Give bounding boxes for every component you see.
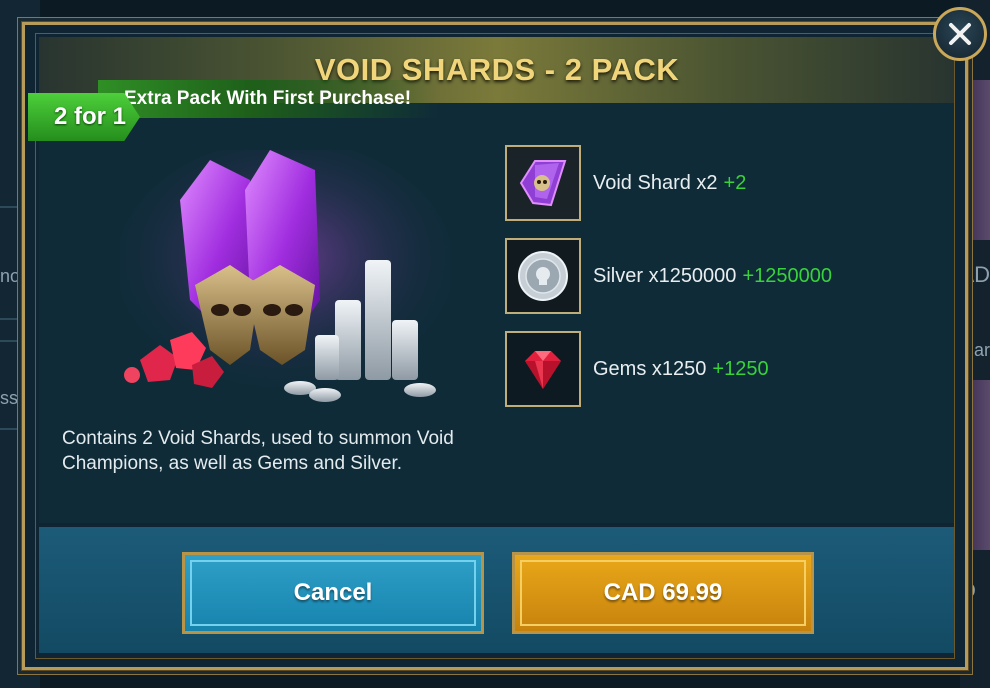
cancel-button-label: Cancel: [293, 579, 373, 606]
reward-row: Gems x1250 +1250: [505, 329, 975, 409]
footer-panel: [39, 527, 955, 653]
reward-icon-box: [505, 331, 581, 407]
pack-description: Contains 2 Void Shards, used to summon V…: [62, 428, 454, 474]
pack-artwork: [120, 150, 450, 402]
buy-button-price: CAD 69.99: [603, 579, 723, 606]
promo-badge: 2 for 1: [28, 93, 140, 141]
reward-icon-box: [505, 145, 581, 221]
void-shard-icon: [519, 160, 567, 207]
gem-icon: [525, 351, 561, 389]
reward-label-text: Void Shard x2: [593, 171, 718, 194]
silver-coin-icon: [518, 251, 568, 301]
reward-row: Void Shard x2 +2: [505, 143, 975, 223]
promo-banner-text: Extra Pack With First Purchase!: [124, 88, 412, 109]
promo-badge-text: 2 for 1: [54, 103, 127, 130]
reward-icon-box: [505, 238, 581, 314]
reward-bonus: +1250: [712, 357, 769, 380]
reward-row: Silver x1250000 +1250000: [505, 236, 975, 316]
reward-label-text: Gems x1250: [593, 357, 707, 380]
close-button[interactable]: [933, 7, 987, 61]
reward-label: Silver x1250000 +1250000: [593, 265, 832, 288]
reward-label: Gems x1250 +1250: [593, 358, 769, 381]
close-icon: [949, 23, 971, 45]
cancel-button[interactable]: Cancel: [182, 552, 484, 634]
buy-button[interactable]: CAD 69.99: [512, 552, 814, 634]
reward-bonus: +2: [723, 171, 747, 194]
reward-label: Void Shard x2 +2: [593, 172, 746, 195]
promo-banner: Extra Pack With First Purchase!: [98, 80, 438, 118]
reward-label-text: Silver x1250000: [593, 264, 737, 287]
reward-bonus: +1250000: [742, 264, 832, 287]
